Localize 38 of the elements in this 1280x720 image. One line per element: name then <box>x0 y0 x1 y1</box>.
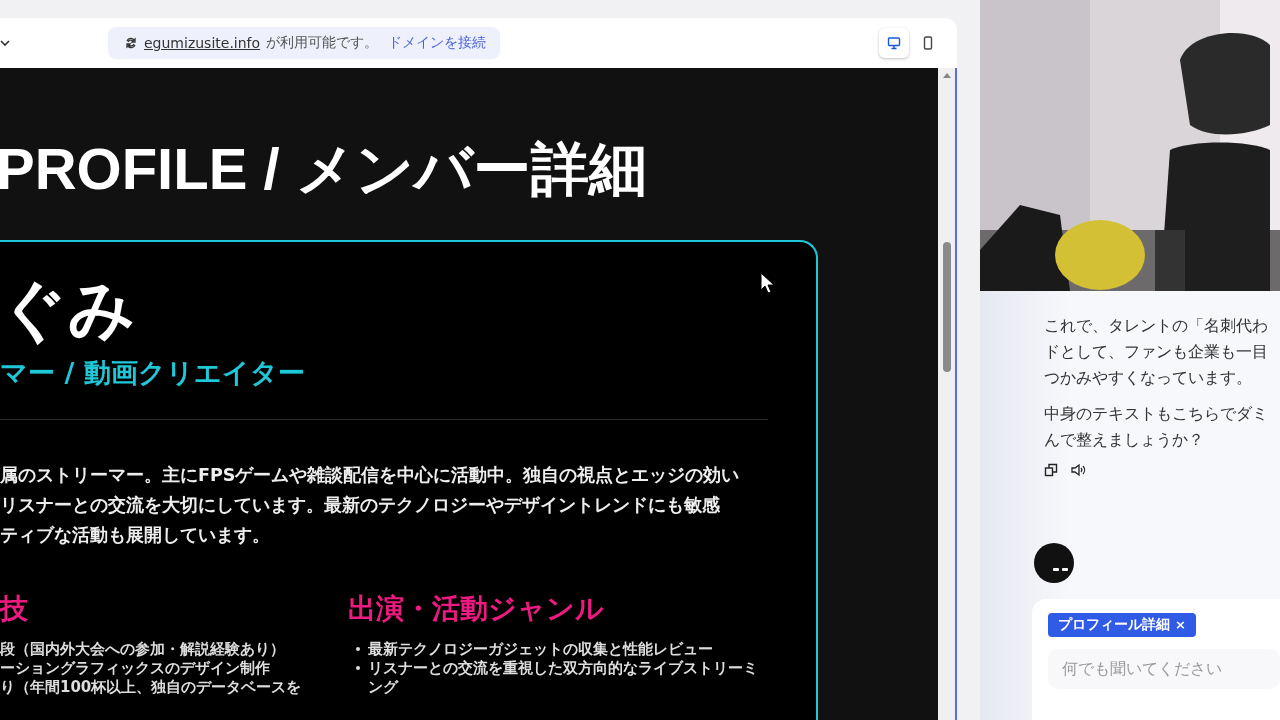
assistant-message-text: んで整えましょうか？ <box>1044 430 1205 451</box>
monitor-icon <box>887 36 901 50</box>
chat-input[interactable]: 何でも聞いてください <box>1048 649 1280 689</box>
list-item-text: ーショングラフィックスのデザイン制作 <box>0 658 270 678</box>
speaker-icon[interactable] <box>1070 463 1086 477</box>
list-item-text: り（年間100杯以上、独自のデータベースを <box>0 677 302 697</box>
member-name: ぐみ <box>0 269 137 349</box>
copy-icon[interactable] <box>1044 463 1058 477</box>
member-role: マー / 動画クリエイター <box>0 355 306 390</box>
assistant-message-text: 中身のテキストもこちらでダミ <box>1044 404 1269 425</box>
scroll-up-arrow-icon[interactable] <box>942 72 951 78</box>
context-chip[interactable]: プロフィール詳細 × <box>1048 613 1196 637</box>
assistant-message-text: つかみやすくなっています。 <box>1044 368 1253 389</box>
scrollbar-thumb[interactable] <box>942 242 951 372</box>
chevron-down-icon[interactable] <box>0 39 10 47</box>
phone-icon <box>922 36 934 50</box>
bullet-icon <box>356 646 360 651</box>
avatar-icon <box>1034 543 1074 583</box>
bio-text: 属のストリーマー。主にFPSゲームや雑談配信を中心に活動中。独自の視点とエッジの効い <box>0 463 741 487</box>
list-item-text: 最新テクノロジーガジェットの収集と性能レビュー <box>368 639 713 659</box>
bio-text: リスナーとの交流を大切にしています。最新のテクノロジーやデザイントレンドにも敏感 <box>0 493 721 517</box>
scrollbar-track[interactable] <box>938 68 955 720</box>
bio-text: ティブな活動も展開しています。 <box>0 523 271 547</box>
mouse-cursor-icon <box>760 271 776 294</box>
assistant-message-text: ドとして、ファンも企業も一目 <box>1044 342 1269 363</box>
desktop-view-button[interactable] <box>879 28 909 58</box>
connect-domain-link[interactable]: ドメインを接続 <box>388 34 487 52</box>
list-item-text: 段（国内外大会への参加・解説経験あり） <box>0 639 285 659</box>
chip-close-icon[interactable]: × <box>1174 617 1186 632</box>
assistant-message-text: これで、タレントの「名刺代わ <box>1044 316 1269 337</box>
page-heading: PROFILE / メンバー詳細 <box>0 135 648 203</box>
section-heading: 技 <box>0 590 29 627</box>
sync-icon <box>124 36 138 50</box>
list-item-text: リスナーとの交流を重視した双方向的なライブストリーミング <box>368 658 759 697</box>
section-heading: 出演・活動ジャンル <box>348 590 605 627</box>
bullet-icon <box>356 665 360 670</box>
banner-message: が利用可能です。 <box>266 34 379 52</box>
domain-link[interactable]: egumizusite.info <box>144 35 261 51</box>
